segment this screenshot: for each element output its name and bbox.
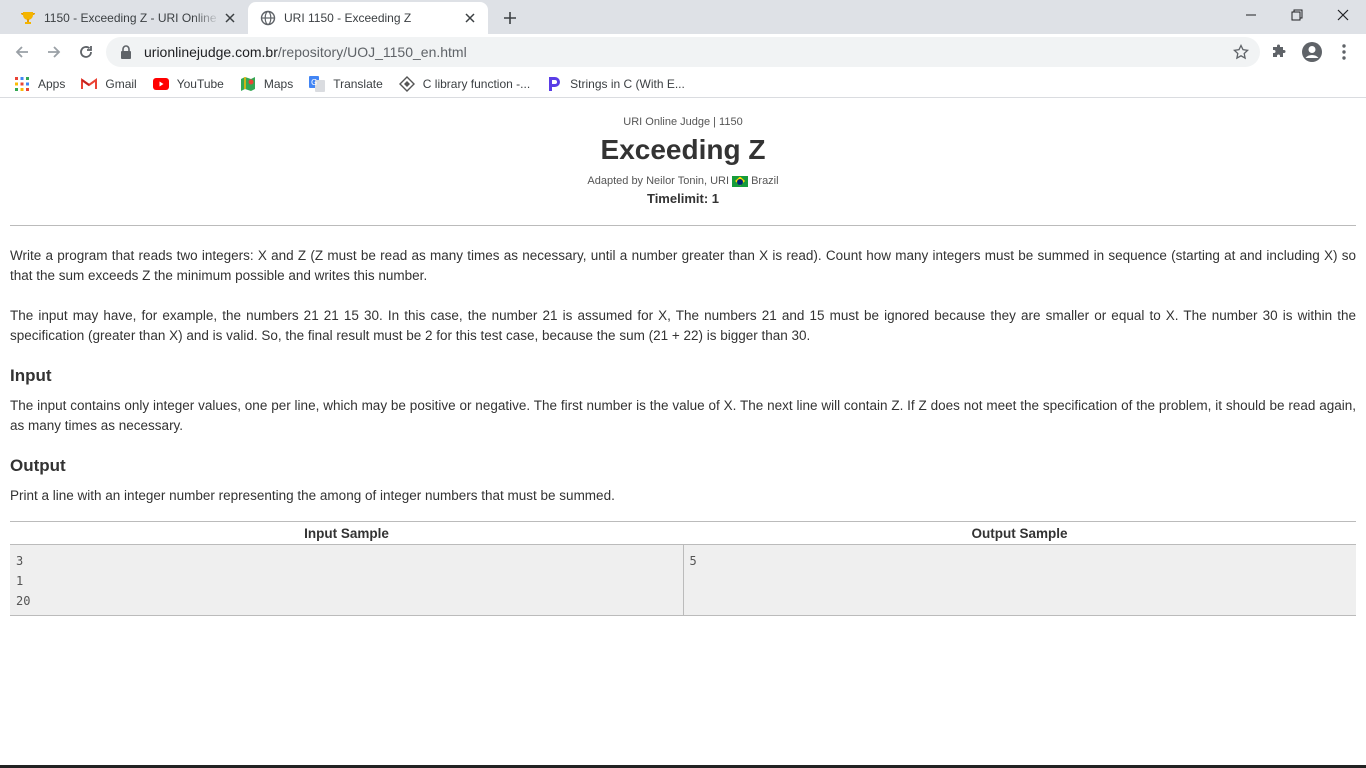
brazil-flag-icon bbox=[732, 175, 749, 187]
url-text[interactable]: urionlinejudge.com.br/repository/UOJ_115… bbox=[144, 44, 467, 60]
maps-icon bbox=[240, 76, 256, 92]
bookmark-c-library[interactable]: C library function -... bbox=[398, 70, 531, 98]
bookmark-maps[interactable]: Maps bbox=[240, 70, 293, 98]
arrow-right-icon bbox=[48, 46, 61, 58]
description-paragraph-2: The input may have, for example, the num… bbox=[10, 308, 1356, 343]
divider bbox=[10, 225, 1356, 226]
forward-button[interactable] bbox=[40, 38, 68, 66]
page-title: Exceeding Z bbox=[600, 134, 766, 165]
input-sample-line: 3 bbox=[16, 554, 24, 568]
input-heading: Input bbox=[10, 366, 52, 385]
svg-text:G: G bbox=[311, 78, 317, 87]
restore-icon bbox=[1291, 9, 1303, 21]
youtube-icon bbox=[152, 76, 169, 92]
problem-header: URI Online Judge | 1150 Exceeding Z Adap… bbox=[0, 103, 1366, 208]
output-sample-line: 5 bbox=[689, 554, 697, 568]
close-icon bbox=[1337, 9, 1349, 21]
bookmark-strings-in-c[interactable]: Strings in C (With E... bbox=[546, 70, 685, 98]
samples-table: Input Sample Output Sample 3 1 20 5 bbox=[10, 521, 1356, 616]
bookmark-apps[interactable]: Apps bbox=[14, 70, 65, 98]
input-sample-line: 20 bbox=[16, 594, 31, 608]
arrow-left-icon bbox=[15, 46, 28, 58]
translate-icon: G bbox=[309, 75, 326, 92]
bookmark-gmail[interactable]: Gmail bbox=[81, 70, 137, 98]
samples-row: 3 1 20 5 bbox=[10, 545, 1356, 616]
trophy-icon bbox=[20, 10, 36, 26]
address-bar[interactable]: urionlinejudge.com.br/repository/UOJ_115… bbox=[106, 37, 1260, 67]
close-icon[interactable] bbox=[220, 8, 240, 28]
bookmark-youtube[interactable]: YouTube bbox=[152, 70, 224, 98]
bookmark-label: Gmail bbox=[105, 76, 137, 91]
minimize-icon bbox=[1246, 14, 1256, 16]
adapted-text: Adapted by Neilor Tonin, URI bbox=[587, 174, 730, 187]
diamond-icon bbox=[398, 75, 415, 92]
bookmark-label: Apps bbox=[38, 76, 66, 91]
tab-title: URI 1150 - Exceeding Z bbox=[284, 11, 412, 25]
url-host: urionlinejudge.com.br bbox=[144, 44, 278, 60]
bookmarks-bar: Apps Gmail YouTube Maps G Translate C li… bbox=[0, 70, 1366, 98]
samples-header-row: Input Sample Output Sample bbox=[10, 522, 1356, 545]
bookmark-label: Maps bbox=[263, 76, 294, 91]
back-button[interactable] bbox=[8, 38, 36, 66]
judge-subtitle: URI Online Judge | 1150 bbox=[623, 116, 743, 128]
tab-strip: 1150 - Exceeding Z - URI Online Judge UR… bbox=[0, 0, 1366, 34]
description-paragraph-1: Write a program that reads two integers:… bbox=[10, 248, 1356, 283]
tab-exceeding-z[interactable]: URI 1150 - Exceeding Z bbox=[248, 2, 488, 34]
output-heading: Output bbox=[10, 456, 66, 475]
plus-icon bbox=[504, 12, 516, 24]
adapted-by: Adapted by Neilor Tonin, URI Brazil bbox=[0, 172, 1366, 190]
bookmark-label: Strings in C (With E... bbox=[570, 76, 685, 91]
url-path: /repository/UOJ_1150_en.html bbox=[277, 44, 467, 60]
close-window-button[interactable] bbox=[1320, 0, 1366, 30]
programiz-icon bbox=[546, 76, 562, 92]
timelimit: Timelimit: 1 bbox=[646, 191, 719, 206]
kebab-menu-icon[interactable] bbox=[1332, 40, 1356, 64]
lock-icon[interactable] bbox=[118, 44, 134, 60]
input-sample-header: Input Sample bbox=[304, 526, 389, 541]
gmail-icon bbox=[81, 76, 98, 92]
profile-avatar-icon[interactable] bbox=[1300, 40, 1324, 64]
restore-button[interactable] bbox=[1274, 0, 1320, 30]
globe-icon bbox=[260, 10, 276, 26]
output-description: Print a line with an integer number repr… bbox=[10, 488, 615, 503]
browser-toolbar: urionlinejudge.com.br/repository/UOJ_115… bbox=[0, 34, 1366, 70]
tab-title: 1150 - Exceeding Z - URI Online Judge bbox=[44, 11, 220, 25]
extensions-puzzle-icon[interactable] bbox=[1267, 40, 1291, 64]
output-sample-cell: 5 bbox=[684, 545, 1357, 615]
output-sample-header: Output Sample bbox=[971, 526, 1068, 541]
input-sample-cell: 3 1 20 bbox=[10, 545, 684, 615]
bookmark-label: Translate bbox=[333, 76, 383, 91]
reload-icon bbox=[80, 46, 92, 58]
tab-uri-judge[interactable]: 1150 - Exceeding Z - URI Online Judge bbox=[8, 2, 248, 34]
page-content: URI Online Judge | 1150 Exceeding Z Adap… bbox=[0, 103, 1366, 765]
reload-button[interactable] bbox=[72, 38, 100, 66]
input-sample-line: 1 bbox=[16, 574, 24, 588]
close-icon[interactable] bbox=[460, 8, 480, 28]
bookmark-star-icon[interactable] bbox=[1232, 43, 1250, 61]
country-name: Brazil bbox=[751, 174, 779, 187]
bookmark-label: C library function -... bbox=[422, 76, 531, 91]
bookmark-label: YouTube bbox=[176, 76, 224, 91]
input-description: The input contains only integer values, … bbox=[10, 398, 1356, 433]
apps-grid-icon bbox=[14, 76, 30, 92]
new-tab-button[interactable] bbox=[498, 6, 522, 30]
minimize-button[interactable] bbox=[1228, 0, 1274, 30]
bookmark-translate[interactable]: G Translate bbox=[309, 70, 383, 98]
